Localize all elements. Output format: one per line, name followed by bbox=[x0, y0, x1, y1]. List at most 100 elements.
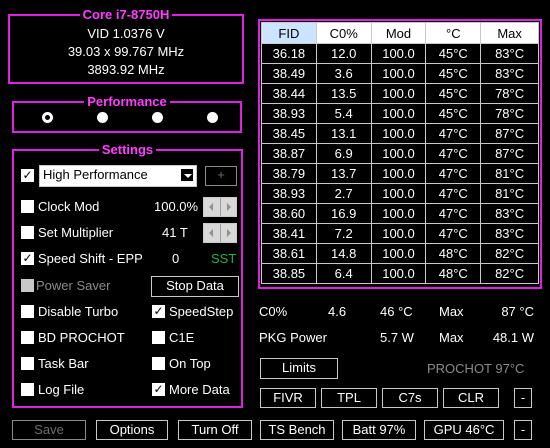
cpu-frequency: 3893.92 MHz bbox=[87, 62, 165, 77]
set-multiplier-label: Set Multiplier bbox=[38, 225, 114, 240]
power-plan-checkbox[interactable]: ✓ bbox=[21, 169, 34, 182]
ts-bench-button[interactable]: TS Bench bbox=[260, 420, 334, 440]
cpu-vid: VID 1.0376 V bbox=[87, 26, 165, 41]
col-mod[interactable]: Mod bbox=[370, 22, 427, 44]
power-saver-checkbox[interactable] bbox=[21, 279, 34, 292]
battery-button[interactable]: Batt 97% bbox=[342, 420, 416, 440]
table-row: 38.60 16.9 100.0 47°C 83°C bbox=[261, 203, 539, 224]
pkg-max-label: Max bbox=[439, 330, 464, 345]
cell-fid: 38.44 bbox=[261, 83, 317, 104]
cell-max: 87°C bbox=[480, 123, 539, 144]
table-row: 38.93 2.7 100.0 47°C 81°C bbox=[261, 183, 539, 204]
bd-prochot-checkbox[interactable] bbox=[21, 331, 34, 344]
increase-icon[interactable] bbox=[221, 198, 237, 216]
cell-c0: 3.6 bbox=[315, 63, 372, 84]
cell-temp: 48°C bbox=[425, 243, 482, 264]
on-top-checkbox[interactable] bbox=[152, 357, 165, 370]
thread-table: FID C0% Mod °C Max 36.18 12.0 100.0 45°C 83°… bbox=[261, 22, 539, 284]
cell-max: 82°C bbox=[480, 243, 539, 264]
sst-label: SST bbox=[211, 251, 237, 266]
profile-radio-3[interactable] bbox=[152, 112, 163, 123]
cell-fid: 38.93 bbox=[261, 103, 317, 124]
cell-max: 83°C bbox=[480, 63, 539, 84]
fivr-button[interactable]: FIVR bbox=[260, 388, 316, 408]
set-multiplier-checkbox[interactable] bbox=[21, 226, 34, 239]
more-data-checkbox[interactable]: ✓ bbox=[152, 383, 165, 396]
cell-c0: 13.5 bbox=[315, 83, 372, 104]
cell-max: 83°C bbox=[480, 223, 539, 244]
cell-mod: 100.0 bbox=[370, 223, 427, 244]
table-row: 38.79 13.7 100.0 47°C 81°C bbox=[261, 163, 539, 184]
minimize-tools-button[interactable]: - bbox=[514, 388, 532, 408]
options-button[interactable]: Options bbox=[96, 420, 168, 440]
cell-mod: 100.0 bbox=[370, 103, 427, 124]
cell-temp: 45°C bbox=[425, 43, 482, 64]
bd-prochot-label: BD PROCHOT bbox=[38, 330, 125, 345]
c7s-button[interactable]: C7s bbox=[382, 388, 438, 408]
cell-fid: 38.93 bbox=[261, 183, 317, 204]
table-row: 38.41 7.2 100.0 47°C 83°C bbox=[261, 223, 539, 244]
task-bar-checkbox[interactable] bbox=[21, 357, 34, 370]
cell-fid: 38.61 bbox=[261, 243, 317, 264]
settings-title: Settings bbox=[98, 142, 157, 157]
clock-mod-checkbox[interactable] bbox=[21, 200, 34, 213]
task-bar-label: Task Bar bbox=[38, 356, 89, 371]
decrease-icon[interactable] bbox=[204, 198, 221, 216]
col-fid[interactable]: FID bbox=[261, 22, 317, 44]
profile-radio-1[interactable] bbox=[42, 112, 53, 123]
turn-off-button[interactable]: Turn Off bbox=[178, 420, 252, 440]
speedstep-checkbox[interactable]: ✓ bbox=[152, 305, 165, 318]
cell-temp: 47°C bbox=[425, 203, 482, 224]
table-row: 38.44 13.5 100.0 45°C 78°C bbox=[261, 83, 539, 104]
cell-mod: 100.0 bbox=[370, 63, 427, 84]
max-temp-label: Max bbox=[439, 304, 464, 319]
add-plan-button[interactable]: + bbox=[205, 166, 237, 186]
save-button[interactable]: Save bbox=[12, 420, 86, 440]
multiplier-spinner[interactable] bbox=[203, 223, 237, 243]
increase-icon[interactable] bbox=[221, 224, 237, 242]
cell-temp: 47°C bbox=[425, 163, 482, 184]
on-top-label: On Top bbox=[169, 356, 211, 371]
cell-fid: 38.87 bbox=[261, 143, 317, 164]
profile-radio-2[interactable] bbox=[97, 112, 108, 123]
power-saver-label: Power Saver bbox=[36, 278, 111, 293]
table-body: 36.18 12.0 100.0 45°C 83°C 38.49 3.6 100.0 45°C 8… bbox=[261, 43, 539, 284]
stop-data-button[interactable]: Stop Data bbox=[151, 276, 239, 297]
gpu-button[interactable]: GPU 46°C bbox=[424, 420, 504, 440]
prochot-status: PROCHOT 97°C bbox=[427, 361, 525, 376]
clock-mod-spinner[interactable] bbox=[203, 197, 237, 217]
cell-fid: 38.79 bbox=[261, 163, 317, 184]
power-plan-value: High Performance bbox=[43, 167, 148, 182]
cell-temp: 48°C bbox=[425, 263, 482, 284]
decrease-icon[interactable] bbox=[204, 224, 221, 242]
chevron-down-icon bbox=[180, 168, 194, 182]
cell-fid: 36.18 bbox=[261, 43, 317, 64]
c1e-checkbox[interactable] bbox=[152, 331, 165, 344]
cell-max: 83°C bbox=[480, 43, 539, 64]
cell-max: 87°C bbox=[480, 143, 539, 164]
table-row: 38.85 6.4 100.0 48°C 82°C bbox=[261, 263, 539, 284]
limits-button[interactable]: Limits bbox=[260, 358, 338, 379]
cell-fid: 38.45 bbox=[261, 123, 317, 144]
col-temp[interactable]: °C bbox=[425, 22, 482, 44]
table-row: 36.18 12.0 100.0 45°C 83°C bbox=[261, 43, 539, 64]
col-c0[interactable]: C0% bbox=[315, 22, 372, 44]
speed-shift-checkbox[interactable]: ✓ bbox=[21, 252, 34, 265]
tpl-button[interactable]: TPL bbox=[321, 388, 377, 408]
profile-radio-4[interactable] bbox=[207, 112, 218, 123]
minimize-button[interactable]: - bbox=[514, 420, 532, 440]
cell-c0: 13.1 bbox=[315, 123, 372, 144]
log-file-label: Log File bbox=[38, 382, 85, 397]
cell-c0: 12.0 bbox=[315, 43, 372, 64]
clr-button[interactable]: CLR bbox=[443, 388, 499, 408]
power-plan-select[interactable]: High Performance bbox=[39, 165, 197, 187]
cell-fid: 38.41 bbox=[261, 223, 317, 244]
col-max[interactable]: Max bbox=[480, 22, 539, 44]
cell-mod: 100.0 bbox=[370, 143, 427, 164]
cell-c0: 7.2 bbox=[315, 223, 372, 244]
cell-mod: 100.0 bbox=[370, 43, 427, 64]
speed-shift-label: Speed Shift - EPP bbox=[38, 251, 143, 266]
log-file-checkbox[interactable] bbox=[21, 383, 34, 396]
disable-turbo-checkbox[interactable] bbox=[21, 305, 34, 318]
cell-max: 78°C bbox=[480, 103, 539, 124]
